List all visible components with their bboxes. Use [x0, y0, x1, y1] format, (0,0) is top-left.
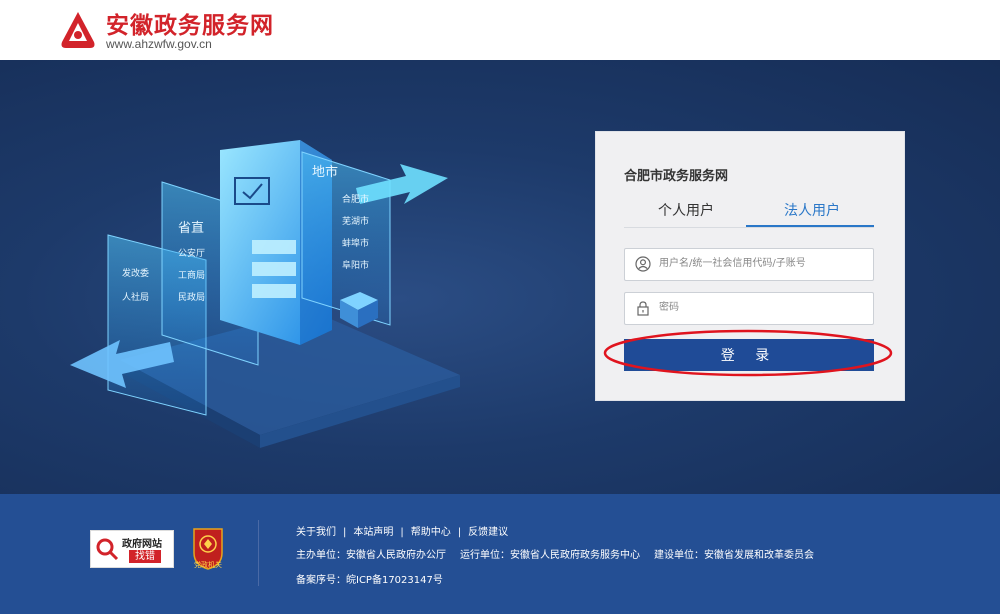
site-header: 安徽政务服务网 www.ahzwfw.gov.cn — [0, 0, 1000, 60]
footer-icp: 备案序号：皖ICP备17023147号 — [296, 575, 443, 586]
footer-organizations: 主办单位：安徽省人民政府办公厅 运行单位：安徽省人民政府政务服务中心 建设单位：安徽… — [296, 546, 814, 561]
login-card: 合肥市政务服务网 个人用户 法人用户 登 录 — [595, 131, 905, 401]
site-footer: 政府网站 找错 党政机关 关于我们 | 本站声明 | 帮助中心 | 反馈建议 主办单位：安徽… — [0, 494, 1000, 614]
password-field[interactable] — [624, 292, 874, 325]
panel-city-item: 芜湖市 — [342, 215, 369, 227]
link-feedback[interactable]: 反馈建议 — [468, 527, 508, 538]
footer-operator: 运行单位：安徽省人民政府政务服务中心 — [460, 550, 640, 561]
panel-province-item: 工商局 — [178, 269, 205, 281]
link-site-statement[interactable]: 本站声明 — [353, 527, 393, 538]
tab-divider — [624, 227, 874, 228]
platform-illustration: 地市 合肥市 芜湖市 蚌埠市 阜阳市 省直 公安厅 工商局 民政局 发改委 人社… — [70, 140, 460, 448]
party-emblem-label: 党政机关 — [194, 561, 222, 569]
footer-builder: 建设单位：安徽省发展和改革委员会 — [654, 550, 814, 561]
panel-province-item: 民政局 — [178, 291, 205, 303]
site-domain: www.ahzwfw.gov.cn — [106, 37, 212, 51]
footer-links: 关于我们 | 本站声明 | 帮助中心 | 反馈建议 — [296, 527, 509, 538]
ahzwfw-logo-icon[interactable] — [60, 10, 96, 50]
panel-left-item: 发改委 — [122, 267, 149, 279]
active-tab-indicator — [746, 225, 874, 227]
user-icon — [635, 256, 651, 272]
find-error-badge[interactable]: 政府网站 找错 — [90, 530, 174, 568]
find-error-line1: 政府网站 — [122, 539, 162, 550]
panel-city-title: 地市 — [312, 164, 338, 180]
footer-host: 主办单位：安徽省人民政府办公厅 — [296, 550, 446, 561]
login-button[interactable]: 登 录 — [624, 339, 874, 371]
tab-legal-user[interactable]: 法人用户 — [784, 200, 840, 220]
magnifier-icon — [96, 538, 119, 561]
panel-city-item: 阜阳市 — [342, 259, 369, 271]
link-about-us[interactable]: 关于我们 — [296, 527, 336, 538]
footer-divider — [258, 520, 259, 586]
panel-city-item: 合肥市 — [342, 193, 369, 205]
password-input[interactable] — [659, 293, 865, 322]
username-field[interactable] — [624, 248, 874, 281]
find-error-line2: 找错 — [129, 550, 161, 563]
tab-personal-user[interactable]: 个人用户 — [658, 200, 714, 220]
link-help-center[interactable]: 帮助中心 — [411, 527, 451, 538]
username-input[interactable] — [659, 249, 865, 278]
login-title: 合肥市政务服务网 — [624, 169, 729, 184]
panel-left-item: 人社局 — [122, 291, 149, 303]
site-name[interactable]: 安徽政务服务网 — [106, 6, 274, 40]
lock-icon — [637, 301, 649, 316]
panel-province-title: 省直 — [178, 221, 204, 236]
panel-province-item: 公安厅 — [178, 247, 205, 259]
panel-city-item: 蚌埠市 — [342, 237, 369, 249]
